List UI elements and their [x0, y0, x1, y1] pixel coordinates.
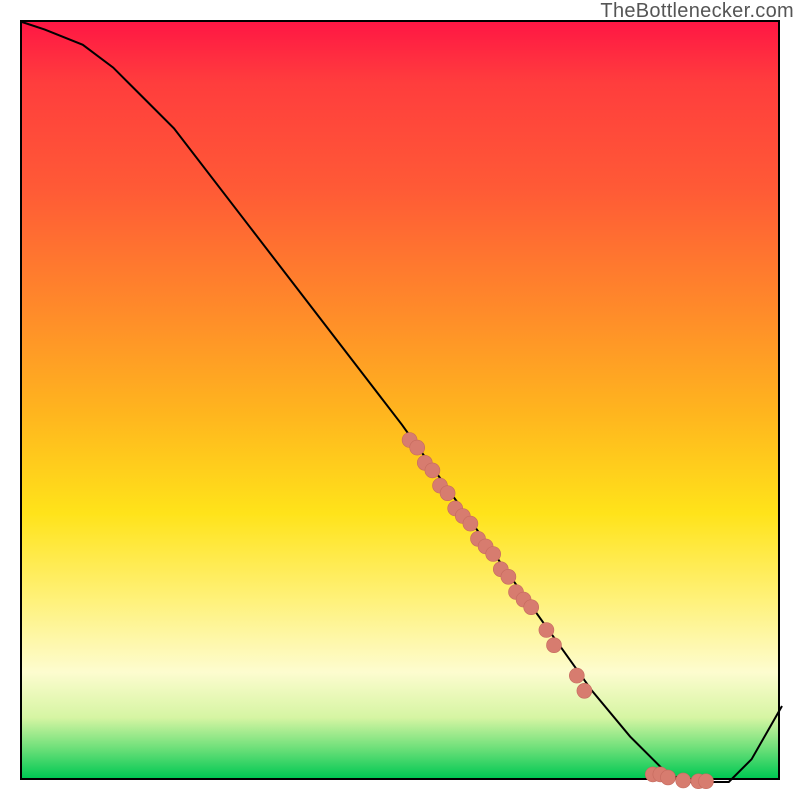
curve-line [22, 22, 782, 782]
scatter-dot [425, 463, 440, 478]
chart-container: TheBottlenecker.com [0, 0, 800, 800]
scatter-points [402, 433, 713, 789]
plot-svg [22, 22, 782, 782]
scatter-dot [410, 440, 425, 455]
scatter-dot [661, 770, 676, 785]
scatter-dot [569, 668, 584, 683]
scatter-dot [440, 486, 455, 501]
scatter-dot [547, 638, 562, 653]
scatter-dot [463, 516, 478, 531]
scatter-dot [539, 623, 554, 638]
scatter-dot [524, 600, 539, 615]
scatter-dot [501, 569, 516, 584]
plot-area [20, 20, 780, 780]
scatter-dot [699, 774, 714, 789]
scatter-dot [676, 773, 691, 788]
scatter-dot [486, 547, 501, 562]
scatter-dot [577, 683, 592, 698]
